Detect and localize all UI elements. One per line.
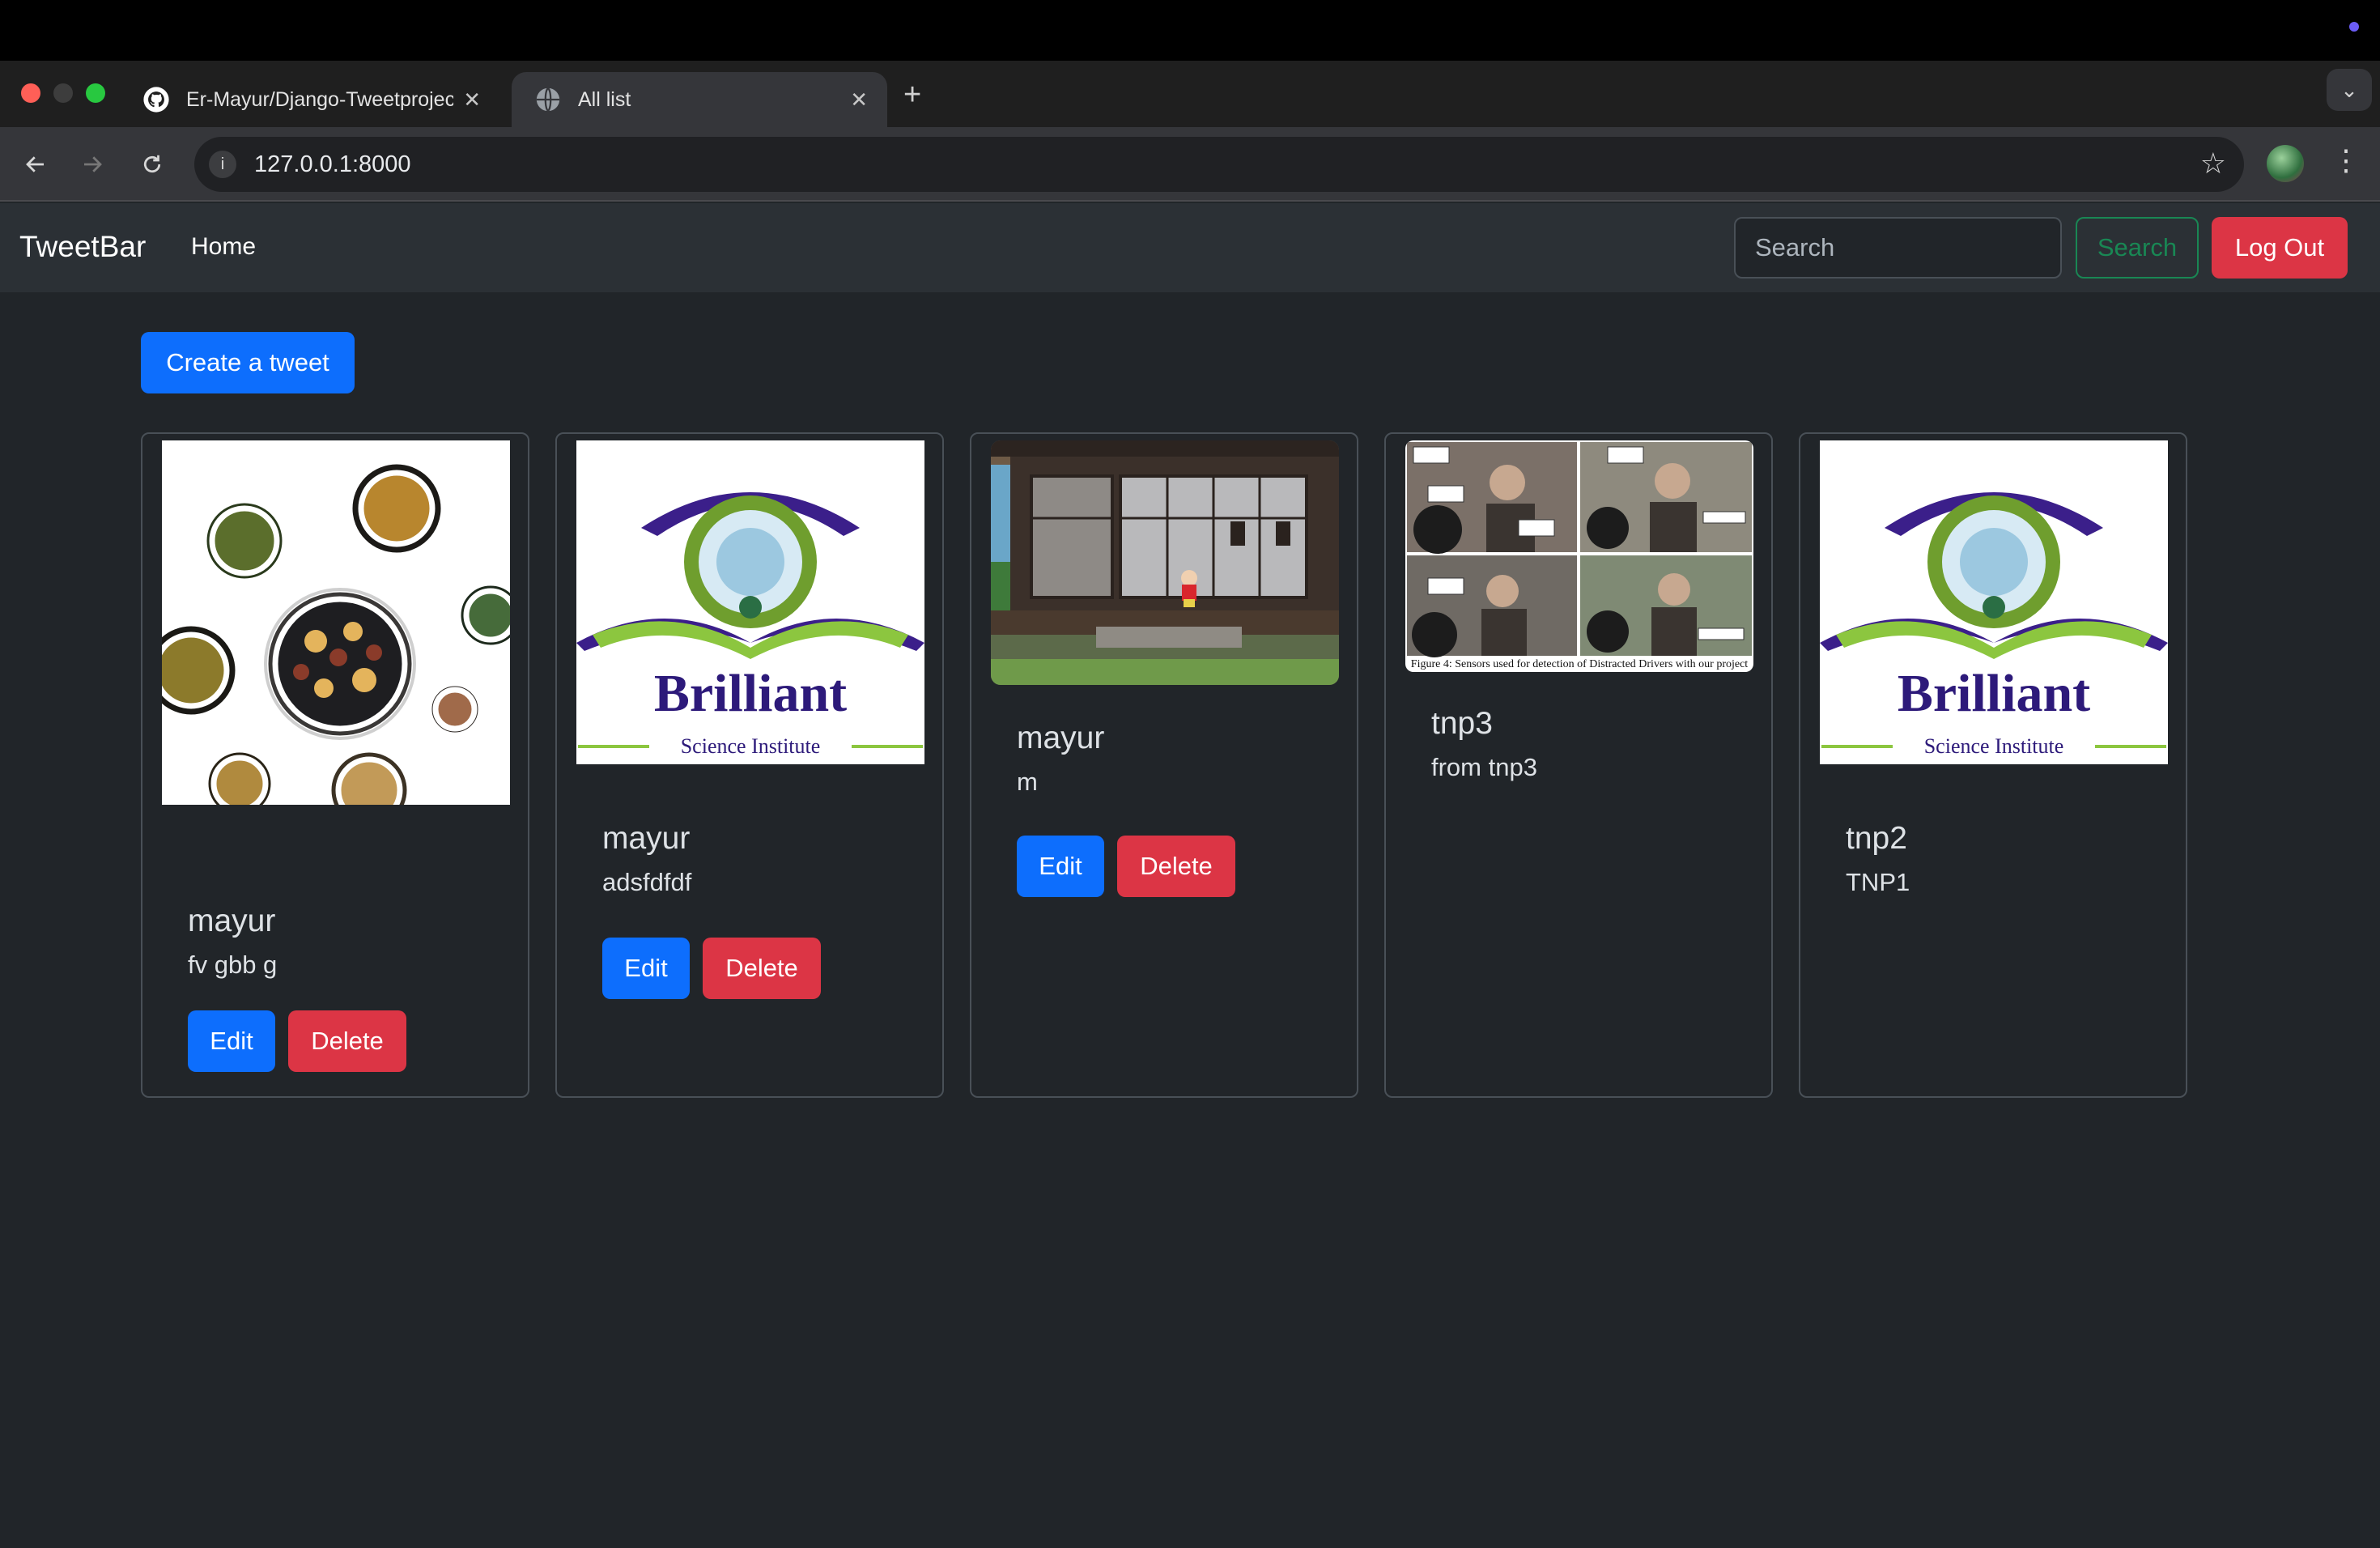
figure-caption: Figure 4: Sensors used for detection of …	[1411, 658, 1749, 670]
brilliant-logo-image: Brilliant Science Institute	[1820, 440, 2168, 764]
address-bar[interactable]: i 127.0.0.1:8000 ☆	[194, 137, 2244, 192]
logo-title: Brilliant	[654, 664, 847, 723]
tab-title: Er-Mayur/Django-Tweetproject	[186, 87, 453, 111]
tweet-username: mayur	[602, 821, 691, 856]
search-button[interactable]: Search	[2076, 217, 2199, 279]
tweet-card: mayur fv gbb g Edit Delete	[141, 432, 529, 1098]
cartoon-house-image	[991, 440, 1339, 685]
minimize-window-button[interactable]	[53, 83, 73, 103]
site-info-icon[interactable]: i	[209, 151, 236, 178]
bookmark-star-icon[interactable]: ☆	[2200, 147, 2226, 181]
url-text: 127.0.0.1:8000	[254, 151, 411, 177]
tweet-card: mayur m Edit Delete	[970, 432, 1358, 1098]
tweet-text: TNP1	[1846, 868, 1910, 896]
tab-github[interactable]: Er-Mayur/Django-Tweetproject ✕	[120, 72, 500, 127]
nav-home-link[interactable]: Home	[191, 233, 256, 261]
back-icon[interactable]	[16, 145, 55, 184]
edit-button[interactable]: Edit	[1017, 836, 1104, 897]
food-collage-image	[162, 440, 510, 805]
tweet-text: m	[1017, 768, 1038, 796]
tab-close-icon[interactable]: ✕	[463, 88, 481, 111]
delete-button[interactable]: Delete	[1117, 836, 1235, 897]
forward-icon[interactable]	[73, 145, 112, 184]
tweet-text: from tnp3	[1431, 753, 1537, 781]
brilliant-logo-image: Brilliant Science Institute	[576, 440, 924, 764]
tweet-card: Brilliant Science Institute mayur adsfdf…	[555, 432, 944, 1098]
browser-toolbar: i 127.0.0.1:8000 ☆ ⋮	[0, 127, 2380, 202]
logout-button[interactable]: Log Out	[2212, 217, 2348, 279]
driver-sensors-figure: Figure 4: Sensors used for detection of …	[1405, 440, 1753, 672]
create-tweet-button[interactable]: Create a tweet	[141, 332, 355, 393]
logo-subtitle: Science Institute	[1924, 734, 2064, 758]
tweet-text: adsfdfdf	[602, 868, 692, 896]
app-navbar: TweetBar Home Search Log Out	[0, 203, 2380, 292]
tweet-username: mayur	[1017, 721, 1105, 755]
tab-title: All list	[578, 87, 631, 111]
search-input[interactable]	[1734, 217, 2062, 279]
maximize-window-button[interactable]	[86, 83, 105, 103]
delete-button[interactable]: Delete	[288, 1010, 406, 1072]
tweet-card: Brilliant Science Institute tnp2 TNP1	[1799, 432, 2187, 1098]
browser-tabstrip: Er-Mayur/Django-Tweetproject ✕ All list …	[0, 61, 2380, 127]
edit-button[interactable]: Edit	[602, 938, 690, 999]
tweet-username: mayur	[188, 904, 276, 938]
tab-search-chevron-icon[interactable]: ⌄	[2327, 69, 2372, 111]
edit-button[interactable]: Edit	[188, 1010, 275, 1072]
brand-logo[interactable]: TweetBar	[19, 230, 146, 264]
tweet-username: tnp2	[1846, 821, 1907, 856]
tweet-username: tnp3	[1431, 706, 1493, 741]
tweet-card: Figure 4: Sensors used for detection of …	[1384, 432, 1773, 1098]
close-window-button[interactable]	[21, 83, 40, 103]
logo-title: Brilliant	[1898, 664, 2090, 723]
os-menubar	[0, 0, 2380, 61]
browser-menu-icon[interactable]: ⋮	[2331, 143, 2361, 177]
tab-close-icon[interactable]: ✕	[850, 88, 868, 111]
status-dot	[2349, 22, 2359, 32]
new-tab-icon[interactable]: +	[903, 79, 921, 111]
github-icon	[143, 87, 169, 113]
delete-button[interactable]: Delete	[703, 938, 821, 999]
reload-icon[interactable]	[133, 145, 172, 184]
logo-subtitle: Science Institute	[681, 734, 821, 758]
globe-icon	[536, 87, 560, 112]
tab-all-list[interactable]: All list ✕	[512, 72, 887, 127]
profile-avatar[interactable]	[2267, 145, 2304, 182]
tweet-text: fv gbb g	[188, 950, 278, 979]
